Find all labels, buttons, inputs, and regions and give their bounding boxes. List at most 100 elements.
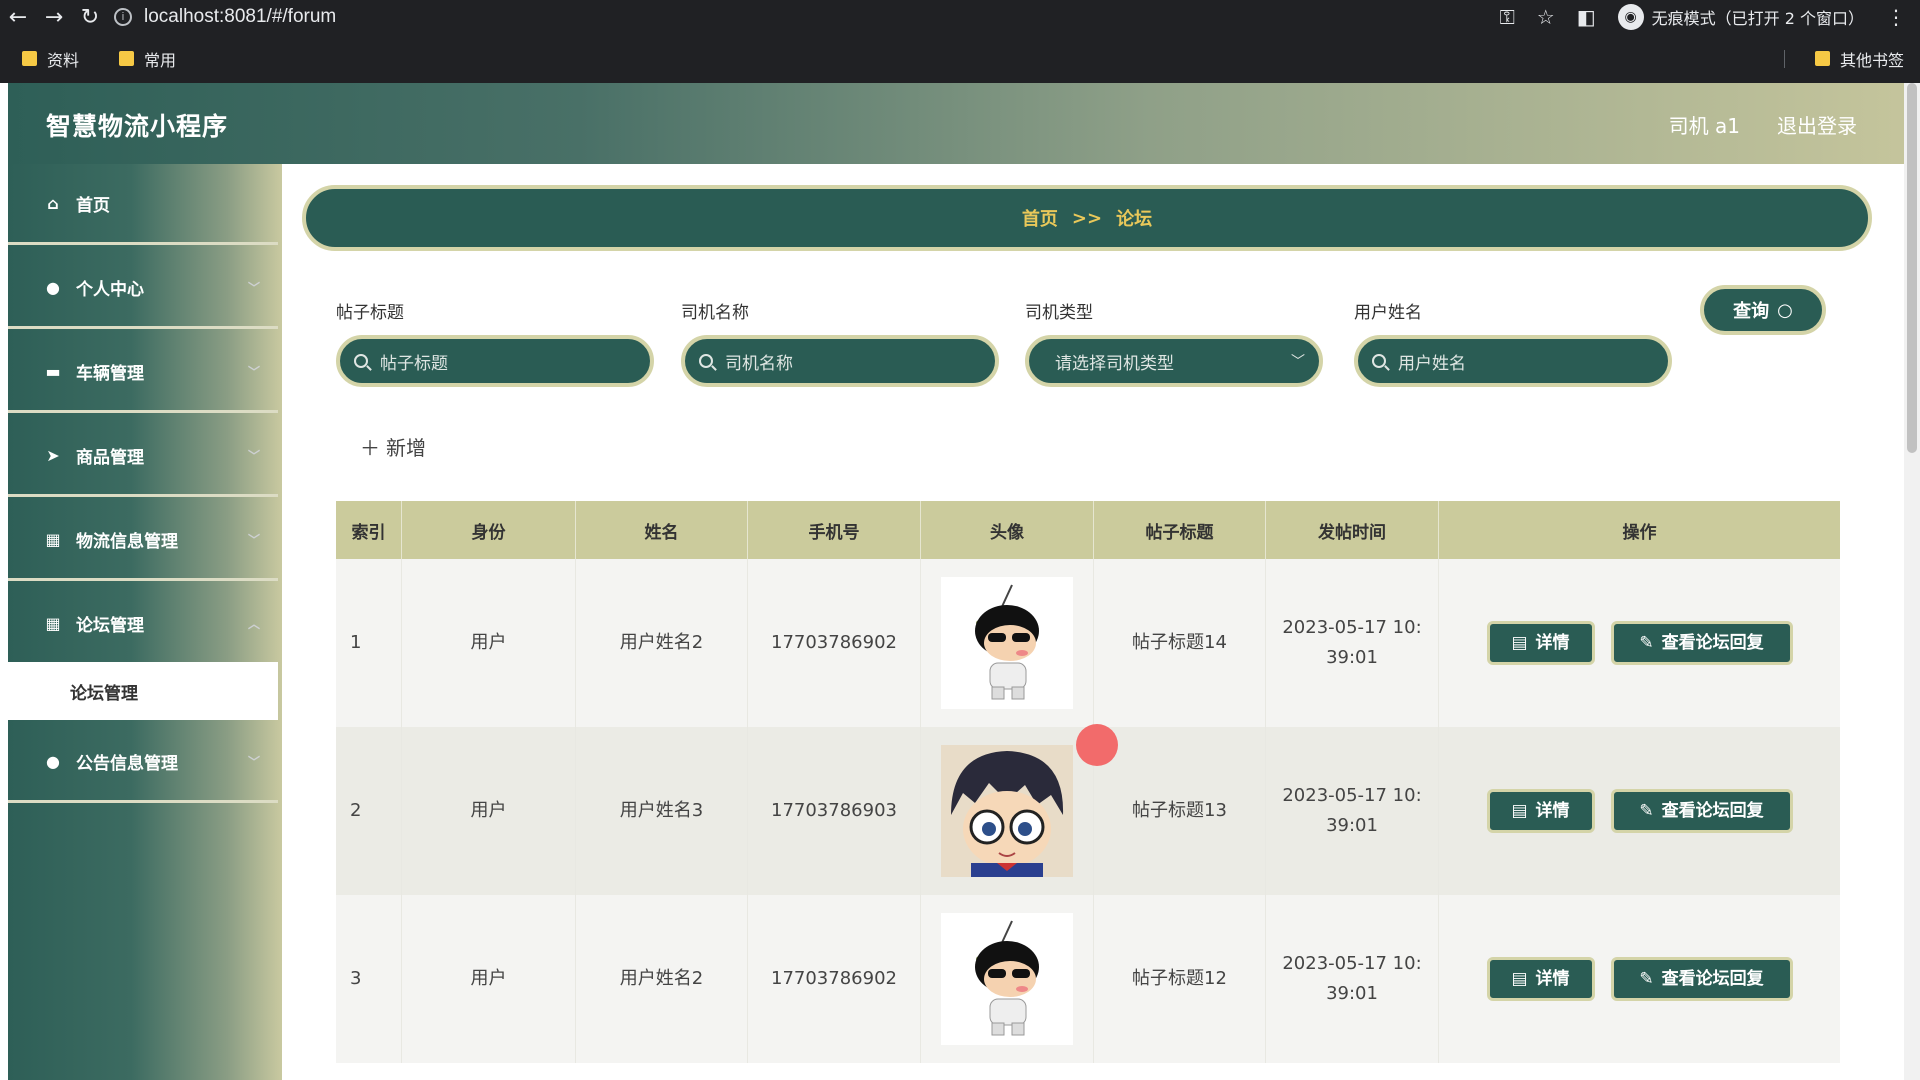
sidebar-item-forum[interactable]: ▦ 论坛管理 ︿ [8,584,278,665]
add-button[interactable]: ＋ 新增 [360,432,426,461]
other-bookmarks-label: 其他书签 [1839,50,1904,70]
bookmark-label: 常用 [144,50,177,70]
user-name-input[interactable]: 用户姓名 [1354,335,1672,387]
address-bar[interactable]: i localhost:8081/#/forum [114,6,336,28]
bookmark-label: 资料 [47,50,80,70]
detail-button[interactable]: ▤ 详情 [1486,789,1595,833]
view-replies-button[interactable]: ✎ 查看论坛回复 [1610,789,1793,833]
user-icon: ● [46,277,60,297]
back-icon[interactable]: ← [0,0,36,34]
document-icon: ▤ [1511,633,1528,653]
divider [1784,50,1785,68]
sidebar-item-vehicles[interactable]: ▬ 车辆管理 ﹀ [8,332,278,413]
forum-table: 索引 身份 姓名 手机号 头像 帖子标题 发帖时间 操作 1 用户 用户姓名2 … [336,501,1840,1063]
detail-button[interactable]: ▤ 详情 [1486,621,1595,665]
reply-label: 查看论坛回复 [1661,633,1764,653]
incognito-badge[interactable]: ◉ 无痕模式（已打开 2 个窗口） [1617,4,1864,30]
cell-time: 2023-05-17 10: 39:01 [1266,559,1439,727]
detail-button[interactable]: ▤ 详情 [1486,957,1595,1001]
sidebar-item-goods[interactable]: ➤ 商品管理 ﹀ [8,416,278,497]
bookmark-folder[interactable]: 资料 [22,47,79,71]
logout-button[interactable]: 退出登录 [1777,110,1857,139]
other-bookmarks[interactable]: 其他书签 [1814,34,1904,83]
driver-name-input[interactable]: 司机名称 [681,335,999,387]
page-scrollbar[interactable] [1904,83,1920,1080]
key-icon[interactable]: ⚿ [1500,5,1515,29]
cell-actions: ▤ 详情 ✎ 查看论坛回复 [1439,559,1840,727]
table-header: 索引 身份 姓名 手机号 头像 帖子标题 发帖时间 操作 [336,501,1840,559]
sidebar-item-personal[interactable]: ● 个人中心 ﹀ [8,248,278,329]
detail-label: 详情 [1535,801,1570,821]
column-header-time: 发帖时间 [1266,501,1439,559]
edit-icon: ✎ [1639,969,1654,989]
chevron-down-icon: ﹀ [247,532,260,547]
time-line1: 2023-05-17 10: [1282,953,1422,974]
folder-icon [1814,51,1830,66]
info-icon[interactable]: i [114,8,132,26]
column-header-avatar: 头像 [921,501,1094,559]
view-replies-button[interactable]: ✎ 查看论坛回复 [1610,621,1793,665]
avatar[interactable] [941,577,1073,709]
search-icon [354,354,368,368]
post-title-input[interactable]: 帖子标题 [336,335,654,387]
cell-role: 用户 [402,895,576,1063]
reply-label: 查看论坛回复 [1661,969,1764,989]
app-title: 智慧物流小程序 [46,112,229,141]
driver-type-label: 司机类型 [1025,303,1093,323]
avatar-shinchan-image [975,920,1039,1036]
star-icon[interactable]: ☆ [1537,5,1555,29]
driver-type-select[interactable]: 请选择司机类型 ﹀ [1025,335,1323,387]
cell-phone: 17703786902 [748,895,921,1063]
breadcrumb-current: 论坛 [1116,209,1153,230]
plus-icon: ＋ [360,436,380,460]
user-name-placeholder: 用户姓名 [1398,353,1466,374]
sidebar-item-label: 物流信息管理 [76,531,178,552]
grid-icon: ▦ [45,529,61,549]
bookmarks-bar: 资料 常用 其他书签 [0,34,1920,83]
post-title-placeholder: 帖子标题 [380,353,448,374]
edit-icon: ✎ [1639,801,1654,821]
bookmark-folder[interactable]: 常用 [119,47,176,71]
cell-phone: 17703786903 [748,727,921,895]
top-header: 智慧物流小程序 司机 a1 退出登录 [8,83,1912,164]
document-icon: ▤ [1511,801,1528,821]
search-icon: ○ [1777,299,1793,321]
sidebar-subitem-forum-management[interactable]: 论坛管理 [8,662,278,720]
cell-avatar [921,727,1094,895]
cell-index: 1 [336,559,402,727]
chevron-down-icon: ﹀ [247,364,260,379]
browser-toolbar: ← → ↻ i localhost:8081/#/forum ⚿ ☆ ◧ ◉ 无… [0,0,1920,34]
sidepanel-icon[interactable]: ◧ [1577,5,1596,29]
avatar[interactable] [941,913,1073,1045]
time-line2: 39:01 [1326,815,1378,836]
home-icon: ⌂ [47,193,59,213]
column-header-actions: 操作 [1622,522,1657,543]
detail-label: 详情 [1535,633,1570,653]
sidebar-item-logistics[interactable]: ▦ 物流信息管理 ﹀ [8,500,278,581]
sidebar-item-label: 商品管理 [76,447,144,468]
scroll-thumb[interactable] [1907,83,1917,453]
sidebar-item-label: 论坛管理 [76,615,144,636]
cell-title: 帖子标题12 [1094,895,1266,1063]
cell-index: 2 [336,727,402,895]
forward-icon[interactable]: → [36,0,72,34]
send-icon: ➤ [46,445,60,465]
briefcase-icon: ▬ [45,361,61,381]
reply-label: 查看论坛回复 [1661,801,1764,821]
search-icon [699,354,713,368]
chevron-up-icon: ︿ [247,616,260,631]
avatar[interactable] [941,745,1073,877]
chevron-down-icon: ﹀ [1291,354,1305,370]
breadcrumb-home[interactable]: 首页 [1022,205,1058,231]
menu-icon[interactable]: ⋮ [1886,5,1906,29]
cell-name: 用户姓名2 [576,559,748,727]
cell-time: 2023-05-17 10: 39:01 [1266,727,1439,895]
sidebar-item-announcements[interactable]: ● 公告信息管理 ﹀ [8,722,278,803]
time-line2: 39:01 [1326,983,1378,1004]
sidebar-item-home[interactable]: ⌂ 首页 [8,164,278,245]
incognito-icon: ◉ [1617,4,1644,30]
query-button[interactable]: 查询 ○ [1700,285,1826,335]
reload-icon[interactable]: ↻ [72,0,108,34]
user-name-label: 用户姓名 [1354,303,1422,323]
view-replies-button[interactable]: ✎ 查看论坛回复 [1610,957,1793,1001]
